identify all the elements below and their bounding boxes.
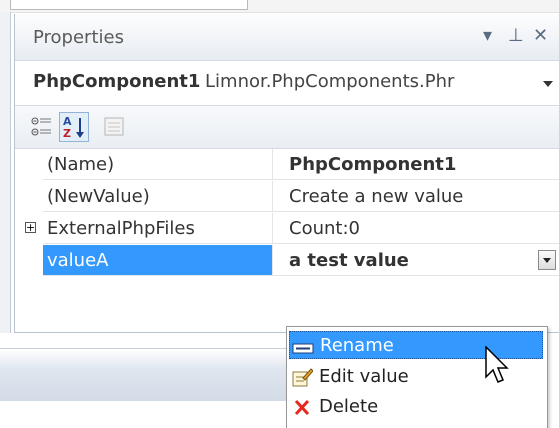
property-name[interactable]: (NewValue) [43,181,273,212]
context-menu-label: Delete [319,396,379,417]
categorized-icon [31,117,51,136]
property-value[interactable]: Create a new value [273,181,559,212]
alphabetical-view-button[interactable]: A Z [59,112,89,142]
panel-dropdown-button[interactable]: ▾ [483,26,492,46]
row-gutter: + [15,213,43,245]
properties-panel: Properties ▾ ⊥ ✕ PhpComponent1 Limnor.Ph… [14,14,559,333]
property-name[interactable]: ExternalPhpFiles [43,213,273,244]
document-tab-edge [10,0,248,10]
property-row[interactable]: (Name) PhpComponent1 [15,149,559,181]
property-row[interactable]: + ExternalPhpFiles Count:0 [15,213,559,245]
close-button[interactable]: ✕ [533,26,548,46]
expand-plus-icon[interactable]: + [25,222,36,233]
svg-text:Z: Z [63,127,71,140]
property-value[interactable]: PhpComponent1 [273,149,559,180]
delete-icon [294,399,310,416]
context-menu-label: Edit value [319,366,409,387]
object-type: Limnor.PhpComponents.Phr [205,71,455,92]
edit-value-icon [292,368,313,387]
context-menu-delete[interactable]: Delete [289,393,543,421]
property-pages-button[interactable] [99,112,129,142]
properties-toolbar: A Z [15,106,559,149]
value-dropdown-button[interactable] [538,250,556,270]
property-value[interactable]: Count:0 [273,213,559,244]
pin-button[interactable]: ⊥ [508,26,524,46]
mouse-pointer-icon [485,346,509,383]
chevron-down-icon[interactable] [543,81,553,87]
property-row-selected[interactable]: valueA a test value [15,245,559,277]
panel-titlebar: Properties ▾ ⊥ ✕ [15,14,559,61]
property-row[interactable]: (NewValue) Create a new value [15,181,559,213]
sort-az-icon: A Z [63,115,84,140]
row-gutter [15,181,43,213]
row-gutter [15,149,43,181]
left-panel-edge [0,12,11,334]
panel-title: Properties [33,27,124,48]
object-selector[interactable]: PhpComponent1 Limnor.PhpComponents.Phr [15,61,559,106]
property-value-editor[interactable]: a test value [273,245,559,276]
status-band [0,348,290,401]
object-name: PhpComponent1 [33,71,201,92]
property-value-text: a test value [289,250,409,271]
property-name[interactable]: (Name) [43,149,273,180]
rename-icon [292,343,314,354]
property-name[interactable]: valueA [43,245,273,276]
top-strip [0,0,559,13]
row-gutter [15,245,43,277]
context-menu-label: Rename [320,335,394,356]
categorized-view-button[interactable] [27,112,57,142]
property-pages-icon [104,117,124,136]
